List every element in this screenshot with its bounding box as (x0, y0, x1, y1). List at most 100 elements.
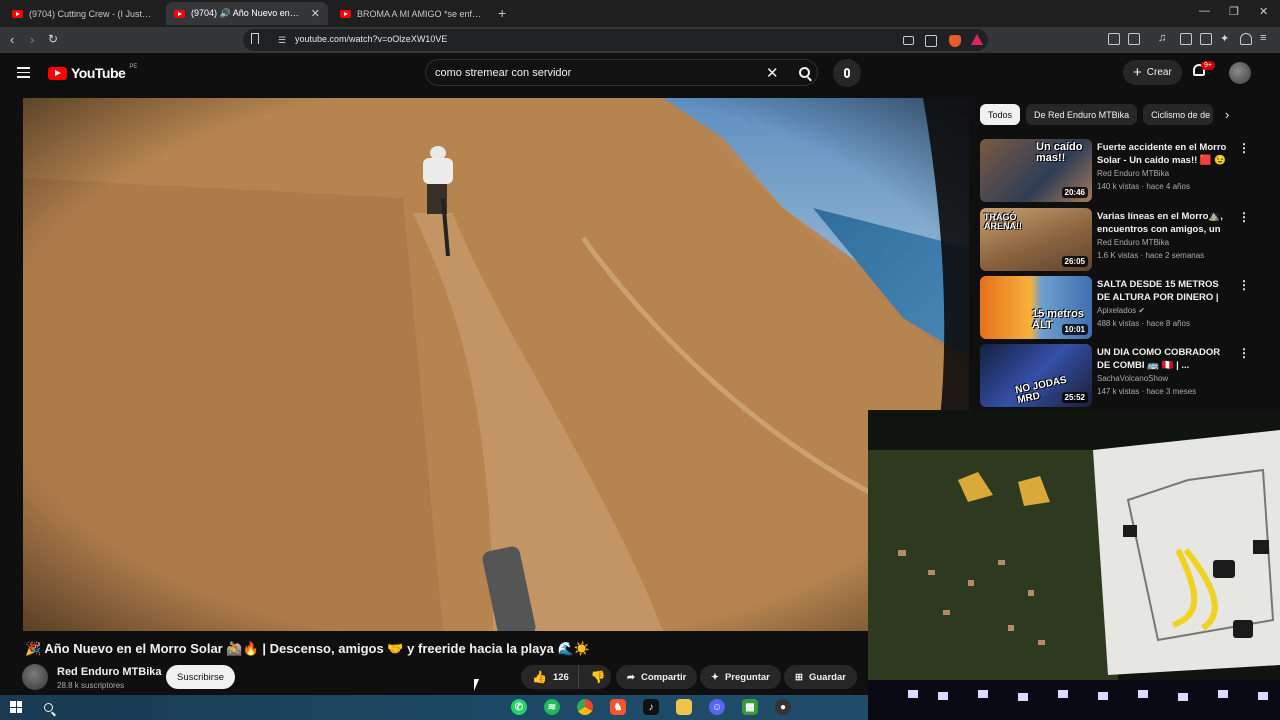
restore-icon[interactable]: ❐ (1229, 5, 1239, 18)
subscribe-button[interactable]: Suscribirse (166, 665, 235, 689)
thumb-up-icon: 👍 (532, 670, 547, 684)
youtube-favicon-icon (340, 9, 351, 18)
webcam-feed (868, 410, 1280, 720)
recommendation-channel[interactable]: SachaVolcanoShow (1097, 374, 1168, 383)
more-actions-icon[interactable]: ⋮ (1238, 346, 1250, 360)
browser-tab-1[interactable]: (9704) Cutting Crew - (I Just) Died In (4, 2, 162, 25)
site-settings-icon[interactable]: ☰ (278, 35, 286, 46)
channel-name[interactable]: Red Enduro MTBika (57, 666, 162, 678)
youtube-favicon-icon (174, 9, 185, 18)
recommendation-title[interactable]: Fuerte accidente en el Morro Solar - Un … (1097, 141, 1227, 167)
recommendation-title[interactable]: Varias líneas en el Morro⛰️, encuentros … (1097, 210, 1227, 236)
close-window-icon[interactable]: ✕ (1259, 5, 1268, 18)
create-button[interactable]: + Crear (1123, 60, 1182, 85)
share-page-icon[interactable] (925, 35, 937, 47)
youtube-logo[interactable]: YouTube PE (48, 64, 138, 81)
recommendation-channel[interactable]: Red Enduro MTBika (1097, 169, 1169, 178)
channel-avatar[interactable] (22, 664, 48, 690)
recommendation-item[interactable]: Un caído mas!! 20:46 Fuerte accidente en… (980, 139, 1250, 204)
reload-icon[interactable]: ↻ (48, 32, 58, 46)
sidebar-icon[interactable] (1180, 33, 1192, 45)
brave-icon[interactable]: ♞ (610, 699, 626, 715)
ask-label: Preguntar (724, 671, 770, 683)
browser-tab-2[interactable]: (9704) 🔊 Año Nuevo en el M ✕ (166, 2, 328, 25)
recommendation-title[interactable]: SALTA DESDE 15 METROS DE ALTURA POR DINE… (1097, 278, 1227, 304)
whatsapp-icon[interactable]: ✆ (511, 699, 527, 715)
recommendation-item[interactable]: 15 metros ALT 10:01 SALTA DESDE 15 METRO… (980, 276, 1250, 341)
url-text[interactable]: youtube.com/watch?v=oOlzeXW10VE (295, 34, 447, 44)
account-avatar[interactable] (1229, 62, 1251, 84)
tab-title: (9704) 🔊 Año Nuevo en el M (191, 8, 301, 18)
windows-start-icon[interactable] (10, 701, 22, 713)
extensions-icon[interactable] (1108, 33, 1120, 45)
search-input[interactable]: como stremear con servidor (435, 67, 571, 79)
logo-wordmark: YouTube (71, 65, 126, 81)
taskbar-search-icon[interactable] (40, 699, 56, 715)
vpn-shield-icon[interactable] (1240, 33, 1252, 45)
minimize-icon[interactable]: — (1199, 5, 1210, 17)
video-duration: 10:01 (1061, 324, 1088, 335)
spotify-icon[interactable]: ≋ (544, 699, 560, 715)
video-thumbnail[interactable]: NO JODAS MRD 25:52 (980, 344, 1092, 407)
forward-icon[interactable]: › (30, 32, 34, 47)
new-tab-button[interactable]: + (498, 5, 506, 21)
thumb-down-icon: 👎 (590, 670, 606, 684)
video-duration: 26:05 (1061, 256, 1088, 267)
dislike-button[interactable]: 👎 (585, 670, 611, 684)
video-thumbnail[interactable]: 15 metros ALT 10:01 (980, 276, 1092, 339)
browser-tab-3[interactable]: BROMA A MI AMIGO *se enfada mu (332, 2, 490, 25)
youtube-masthead: YouTube PE como stremear con servidor ✕ … (0, 53, 1280, 93)
save-button[interactable]: ⊞ Guardar (784, 665, 857, 689)
recommendation-title[interactable]: UN DIA COMO COBRADOR DE COMBI 🚌 🇵🇪 | ... (1097, 346, 1227, 372)
chip-cycling[interactable]: Ciclismo de de (1143, 104, 1214, 125)
share-button[interactable]: ➦ Compartir (616, 665, 698, 689)
chevron-right-icon[interactable]: › (1225, 107, 1229, 122)
bookmark-icon[interactable] (251, 33, 259, 44)
back-icon[interactable]: ‹ (10, 32, 14, 47)
search-button[interactable] (791, 60, 818, 85)
cast-icon[interactable] (903, 36, 914, 45)
notification-badge: 9+ (1201, 61, 1215, 70)
leo-ai-icon[interactable]: ✦ (1220, 32, 1229, 45)
recommendation-channel[interactable]: Apixelados ✔ (1097, 306, 1145, 315)
recommendation-channel[interactable]: Red Enduro MTBika (1097, 238, 1169, 247)
video-player[interactable] (23, 98, 969, 631)
like-button[interactable]: 👍 126 (521, 665, 580, 689)
clear-search-icon[interactable]: ✕ (766, 64, 779, 82)
url-field[interactable]: ☰ youtube.com/watch?v=oOlzeXW10VE (243, 29, 988, 51)
chrome-icon[interactable] (577, 699, 593, 715)
voice-search-button[interactable] (833, 59, 861, 87)
more-actions-icon[interactable]: ⋮ (1238, 141, 1250, 155)
recommendation-meta: 488 k vistas · hace 8 años (1097, 319, 1190, 328)
chip-from-channel[interactable]: De Red Enduro MTBika (1026, 104, 1138, 125)
ask-button[interactable]: ✦ Preguntar (700, 665, 781, 689)
youtube-play-icon (48, 66, 67, 80)
webcam-overlay (868, 410, 1280, 720)
discord-icon[interactable]: ☺ (709, 699, 725, 715)
brave-shield-icon[interactable] (949, 35, 961, 47)
obs-icon[interactable]: ● (775, 699, 791, 715)
screenshot-icon[interactable] (1128, 33, 1140, 45)
file-explorer-icon[interactable] (676, 699, 692, 715)
recommendation-meta: 147 k vistas · hace 3 meses (1097, 387, 1197, 396)
minecraft-icon[interactable]: ▦ (742, 699, 758, 715)
video-thumbnail[interactable]: TRAGÓ ARENA!! 26:05 (980, 208, 1092, 271)
menu-icon[interactable]: ≡ (1260, 32, 1266, 44)
more-actions-icon[interactable]: ⋮ (1238, 210, 1250, 224)
video-thumbnail[interactable]: Un caído mas!! 20:46 (980, 139, 1092, 202)
search-box[interactable]: como stremear con servidor ✕ (425, 59, 818, 86)
recommendation-item[interactable]: NO JODAS MRD 25:52 UN DIA COMO COBRADOR … (980, 344, 1250, 409)
chip-all[interactable]: Todos (980, 104, 1021, 125)
brave-rewards-icon[interactable] (971, 34, 983, 45)
tiktok-icon[interactable]: ♪ (643, 699, 659, 715)
more-actions-icon[interactable]: ⋮ (1238, 278, 1250, 292)
mouse-cursor-icon (474, 679, 484, 691)
close-tab-icon[interactable]: ✕ (311, 7, 320, 20)
country-code: PE (129, 64, 138, 70)
music-icon[interactable]: ♫ (1158, 32, 1166, 44)
video-duration: 25:52 (1061, 392, 1088, 403)
thumbnail-text: Un caído mas!! (1036, 141, 1083, 164)
guide-menu-icon[interactable] (17, 67, 30, 78)
recommendation-item[interactable]: TRAGÓ ARENA!! 26:05 Varias líneas en el … (980, 208, 1250, 273)
wallet-icon[interactable] (1200, 33, 1212, 45)
